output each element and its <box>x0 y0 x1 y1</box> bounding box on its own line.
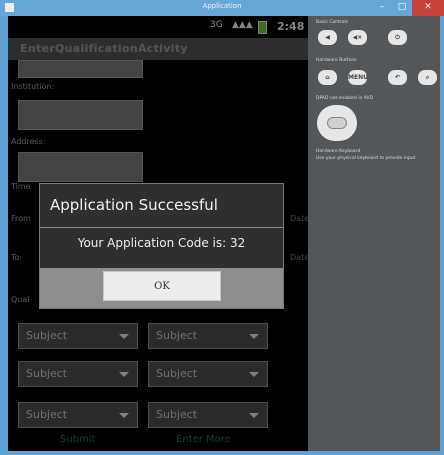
maximize-button[interactable]: □ <box>392 0 412 16</box>
menu-button[interactable]: MENU <box>348 70 368 85</box>
ok-button[interactable]: OK <box>103 271 221 301</box>
close-button[interactable]: ✕ <box>412 0 444 16</box>
dpad-center-button[interactable] <box>327 117 347 129</box>
emulator-control-panel: Basic Controls ◀ ◀× ⏻ Hardware Buttons ⌂… <box>312 16 440 451</box>
minimize-button[interactable]: – <box>372 0 392 16</box>
back-icon[interactable]: ↶ <box>388 70 407 85</box>
dialog-title: Application Successful <box>50 196 218 214</box>
window-frame-bottom <box>0 451 444 455</box>
dpad-title: DPAD not enabled in AVD <box>316 96 374 101</box>
home-icon[interactable]: ⌂ <box>318 70 337 85</box>
dialog-overlay: Application Successful Your Application … <box>8 16 308 451</box>
dialog-message: Your Application Code is: 32 <box>77 236 246 250</box>
hardware-keyboard-description: Use your physical keyboard to provide in… <box>316 156 416 161</box>
search-icon[interactable]: ⌕ <box>418 70 437 85</box>
application-success-dialog: Application Successful Your Application … <box>39 183 284 309</box>
power-icon[interactable]: ⏻ <box>388 30 407 45</box>
basic-controls-title: Basic Controls <box>316 20 348 25</box>
window-frame-right <box>440 16 444 455</box>
device-screen: 3G ▲▲▲ 2:48 EnterQualificationActivity I… <box>8 16 308 451</box>
volume-mute-icon[interactable]: ◀× <box>348 30 367 45</box>
hardware-buttons-title: Hardware Buttons <box>316 58 357 63</box>
dpad-control[interactable] <box>317 105 357 141</box>
window-frame-left <box>0 16 8 455</box>
dialog-divider <box>40 227 283 228</box>
hardware-keyboard-title: Hardware Keyboard <box>316 149 361 154</box>
volume-down-icon[interactable]: ◀ <box>318 30 337 45</box>
dialog-button-bar: OK <box>40 268 283 308</box>
window-titlebar[interactable]: Application – □ ✕ <box>0 0 444 16</box>
